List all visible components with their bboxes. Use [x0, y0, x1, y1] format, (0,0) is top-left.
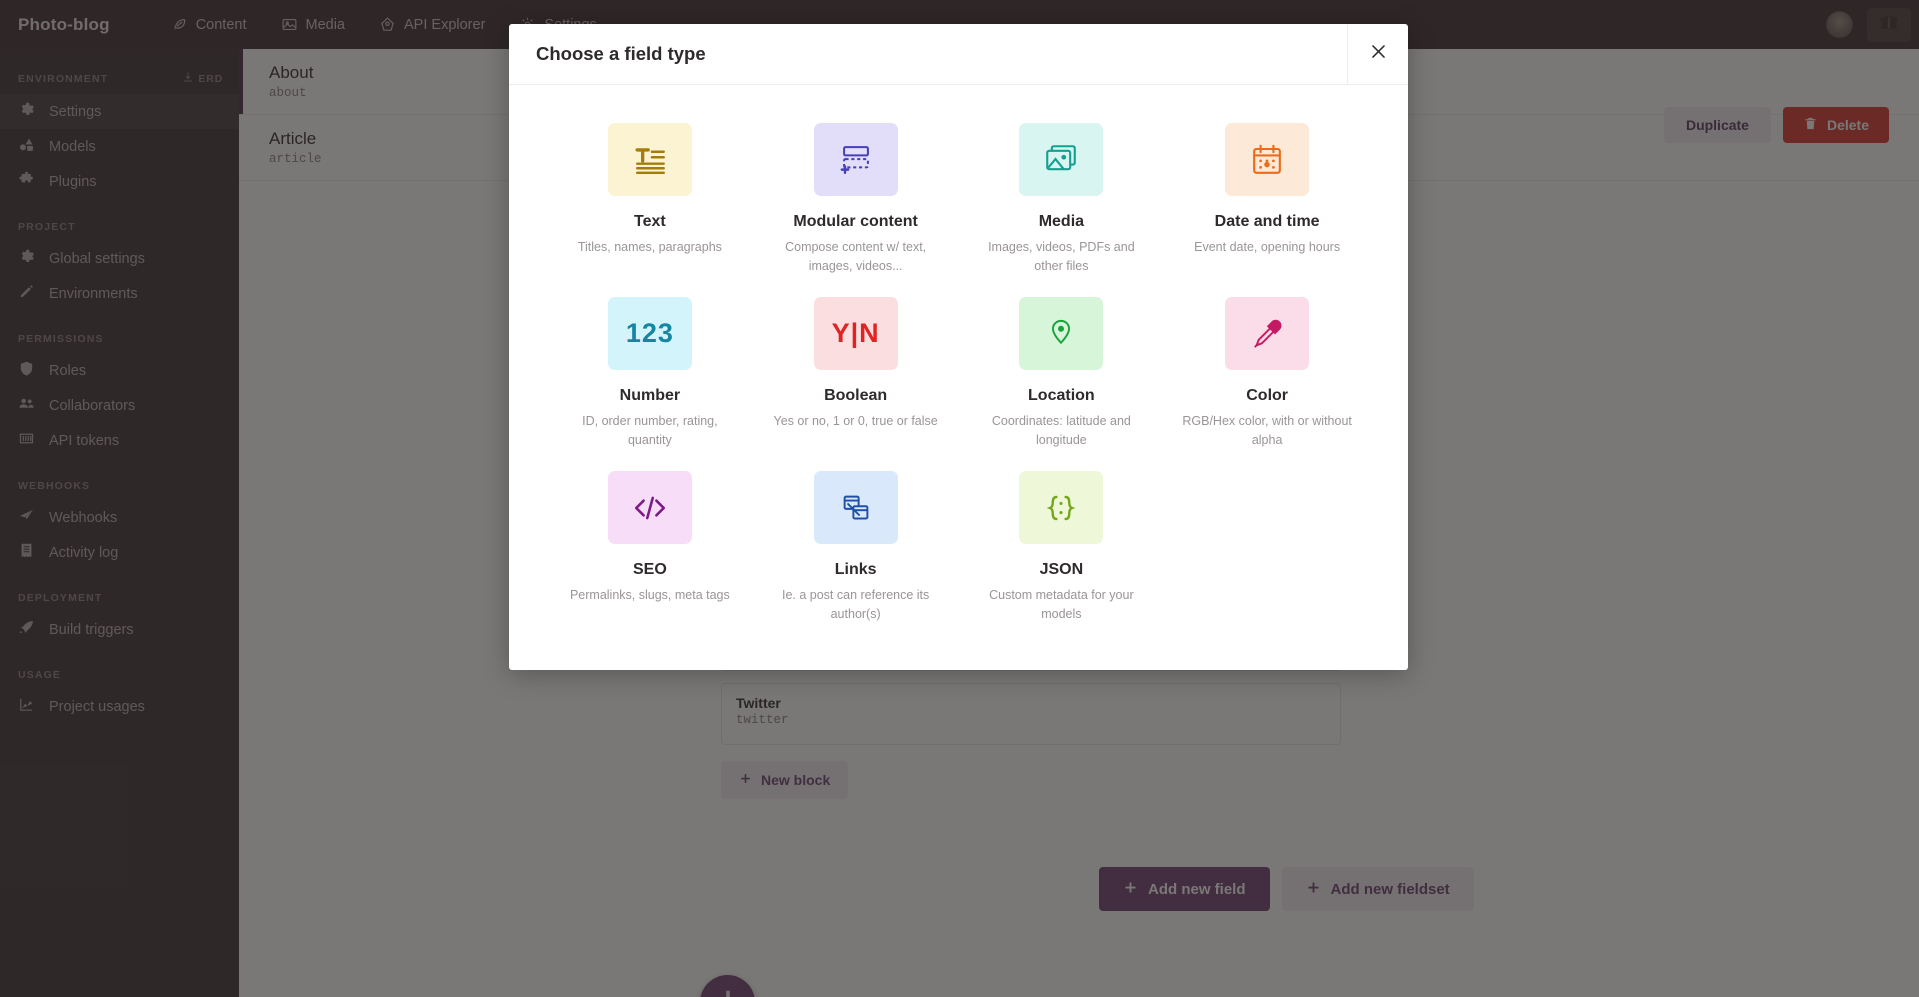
field-type-card-color[interactable]: Color RGB/Hex color, with or without alp… — [1166, 297, 1368, 449]
close-button[interactable] — [1347, 23, 1408, 85]
field-type-tile — [813, 471, 898, 544]
field-type-title: Modular content — [793, 213, 918, 230]
media-icon — [1039, 138, 1083, 182]
field-type-tile — [607, 123, 692, 196]
json-braces-icon — [1039, 486, 1083, 530]
field-type-tile — [813, 123, 898, 196]
field-type-desc: Coordinates: latitude and longitude — [991, 414, 1131, 447]
field-type-title: Media — [1038, 213, 1085, 230]
modal-title: Choose a field type — [536, 43, 706, 64]
field-type-tile: 123 — [607, 297, 692, 370]
field-type-title: Text — [634, 213, 666, 230]
link-windows-icon — [835, 487, 877, 529]
field-type-desc: Images, videos, PDFs and other files — [988, 240, 1135, 273]
field-type-desc: Permalinks, slugs, meta tags — [569, 588, 730, 602]
field-type-tile — [1019, 297, 1104, 370]
field-type-card-modular-content[interactable]: Modular content Compose content w/ text,… — [755, 123, 957, 275]
app-root: Photo-blog Content — [0, 0, 1919, 997]
field-type-title: Location — [1028, 387, 1095, 404]
field-type-tile — [1019, 123, 1104, 196]
field-type-desc: ID, order number, rating, quantity — [582, 414, 718, 447]
field-type-card-number[interactable]: 123 Number ID, order number, rating, qua… — [549, 297, 751, 449]
field-type-card-text[interactable]: Text Titles, names, paragraphs — [549, 123, 751, 275]
field-type-tile — [1225, 123, 1310, 196]
modular-content-icon — [834, 138, 878, 182]
eyedropper-icon — [1246, 313, 1288, 355]
boolean-yn-icon: Y|N — [831, 318, 880, 348]
map-pin-icon — [1040, 313, 1082, 355]
field-type-title: Links — [834, 561, 877, 578]
field-type-card-location[interactable]: Location Coordinates: latitude and longi… — [961, 297, 1163, 449]
field-type-desc: Event date, opening hours — [1194, 240, 1341, 254]
field-type-card-links[interactable]: Links Ie. a post can reference its autho… — [755, 471, 957, 623]
choose-field-type-modal: Choose a field type Text Titles, names, … — [509, 23, 1408, 670]
field-type-tile — [1019, 471, 1104, 544]
field-type-card-boolean[interactable]: Y|N Boolean Yes or no, 1 or 0, true or f… — [755, 297, 957, 449]
modal-header: Choose a field type — [509, 23, 1408, 85]
field-type-title: Number — [619, 387, 681, 404]
modal-body: Text Titles, names, paragraphs Modular c… — [509, 85, 1408, 670]
field-type-tile: Y|N — [813, 297, 898, 370]
field-type-desc: Yes or no, 1 or 0, true or false — [773, 414, 938, 428]
field-type-title: Boolean — [824, 387, 888, 404]
field-type-card-seo[interactable]: SEO Permalinks, slugs, meta tags — [549, 471, 751, 623]
field-type-grid: Text Titles, names, paragraphs Modular c… — [549, 123, 1368, 623]
field-type-tile — [1225, 297, 1310, 370]
field-type-card-date-and-time[interactable]: Date and time Event date, opening hours — [1166, 123, 1368, 275]
field-type-title: Color — [1246, 387, 1289, 404]
text-icon — [628, 138, 672, 182]
field-type-title: SEO — [632, 561, 667, 578]
code-brackets-icon — [628, 486, 672, 530]
field-type-desc: RGB/Hex color, with or without alpha — [1182, 414, 1352, 447]
field-type-desc: Custom metadata for your models — [989, 588, 1134, 621]
field-type-card-media[interactable]: Media Images, videos, PDFs and other fil… — [961, 123, 1163, 275]
field-type-desc: Ie. a post can reference its author(s) — [781, 588, 930, 621]
field-type-title: JSON — [1039, 561, 1084, 578]
close-icon — [1369, 42, 1388, 66]
field-type-tile — [607, 471, 692, 544]
field-type-desc: Compose content w/ text, images, videos.… — [785, 240, 927, 273]
field-type-card-json[interactable]: JSON Custom metadata for your models — [961, 471, 1163, 623]
calendar-icon — [1245, 138, 1289, 182]
field-type-title: Date and time — [1214, 213, 1320, 230]
number-123-icon: 123 — [625, 318, 674, 348]
field-type-desc: Titles, names, paragraphs — [577, 240, 722, 254]
